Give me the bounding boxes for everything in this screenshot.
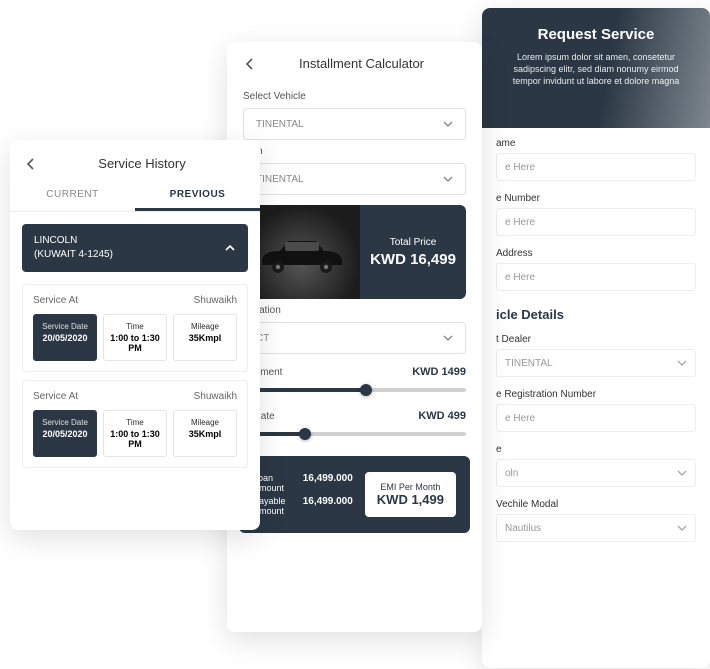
- service-history-card: Service History CURRENT PREVIOUS LINCOLN…: [10, 140, 260, 530]
- loan-amount-label: Loan Amount: [253, 473, 303, 493]
- model-label: Vechile Modal: [496, 499, 696, 510]
- vehicle-details-title: icle Details: [482, 293, 710, 324]
- duration-label: Duration: [243, 305, 466, 316]
- service-date-box: Service Date20/05/2020: [33, 410, 97, 457]
- history-title: Service History: [38, 156, 246, 171]
- total-price-value: KWD 16,499: [370, 251, 456, 268]
- vehicle-image: [243, 205, 360, 299]
- vehicle-brand: LINCOLN: [34, 234, 113, 248]
- reg-input[interactable]: e Here: [496, 404, 696, 432]
- address-label: Address: [496, 248, 696, 259]
- service-mileage-box: Mileage35Kmpl: [173, 410, 237, 457]
- emi-value: KWD 1,499: [377, 492, 444, 507]
- vehicle-plate: (KUWAIT 4-1245): [34, 248, 113, 262]
- interest-rate-slider[interactable]: [243, 426, 466, 442]
- address-input[interactable]: e Here: [496, 263, 696, 291]
- chevron-down-icon: [443, 333, 453, 343]
- request-service-card: Request Service Lorem ipsum dolor sit am…: [482, 8, 710, 668]
- select-trim-label: Trim: [243, 146, 466, 157]
- name-input[interactable]: e Here: [496, 153, 696, 181]
- tabs: CURRENT PREVIOUS: [10, 181, 260, 212]
- request-desc: Lorem ipsum dolor sit amen, consetetur s…: [502, 51, 690, 87]
- total-price-label: Total Price: [390, 237, 437, 248]
- down-payment-value: KWD 1499: [412, 366, 466, 378]
- emi-box: EMI Per Month KWD 1,499: [365, 472, 456, 517]
- dealer-select[interactable]: TINENTAL: [496, 349, 696, 377]
- emi-label: EMI Per Month: [377, 482, 444, 492]
- service-time-box: Time1:00 to 1:30 PM: [103, 314, 167, 361]
- make-label: e: [496, 444, 696, 455]
- request-title: Request Service: [502, 26, 690, 43]
- select-vehicle[interactable]: TINENTAL: [243, 108, 466, 140]
- service-at-label: Service At: [33, 295, 78, 306]
- reg-label: e Registration Number: [496, 389, 696, 400]
- vehicle-accordion[interactable]: LINCOLN(KUWAIT 4-1245): [22, 224, 248, 272]
- service-time-box: Time1:00 to 1:30 PM: [103, 410, 167, 457]
- chevron-down-icon: [677, 468, 687, 478]
- back-button[interactable]: [243, 57, 257, 71]
- dealer-label: t Dealer: [496, 334, 696, 345]
- request-header: Request Service Lorem ipsum dolor sit am…: [482, 8, 710, 128]
- make-select[interactable]: oln: [496, 459, 696, 487]
- price-box: Total Price KWD 16,499: [243, 205, 466, 299]
- select-vehicle-label: Select Vehicle: [243, 91, 466, 102]
- payable-amount-label: Payable Amount: [253, 496, 303, 516]
- installment-calculator-card: Installment Calculator Select Vehicle TI…: [227, 42, 482, 632]
- down-payment-slider[interactable]: [243, 382, 466, 398]
- service-mileage-box: Mileage35Kmpl: [173, 314, 237, 361]
- phone-label: e Number: [496, 193, 696, 204]
- select-trim[interactable]: TINENTAL: [243, 163, 466, 195]
- service-at-label: Service At: [33, 391, 78, 402]
- chevron-down-icon: [677, 358, 687, 368]
- name-label: ame: [496, 138, 696, 149]
- chevron-up-icon: [224, 242, 236, 254]
- back-button[interactable]: [24, 157, 38, 171]
- calc-title: Installment Calculator: [257, 56, 466, 71]
- model-select[interactable]: Nautilus: [496, 514, 696, 542]
- service-row: Service At Shuwaikh Service Date20/05/2020…: [22, 284, 248, 372]
- chevron-down-icon: [677, 523, 687, 533]
- service-row: Service At Shuwaikh Service Date20/05/2020…: [22, 380, 248, 468]
- service-at-value: Shuwaikh: [194, 295, 237, 306]
- summary-box: Loan Amount16,499.000 Payable Amount16,4…: [239, 456, 470, 533]
- tab-current[interactable]: CURRENT: [10, 181, 135, 211]
- chevron-down-icon: [443, 119, 453, 129]
- service-at-value: Shuwaikh: [194, 391, 237, 402]
- loan-amount-value: 16,499.000: [303, 473, 353, 493]
- chevron-down-icon: [443, 174, 453, 184]
- service-date-box: Service Date20/05/2020: [33, 314, 97, 361]
- tab-previous[interactable]: PREVIOUS: [135, 181, 260, 211]
- duration-select[interactable]: CT: [243, 322, 466, 354]
- payable-amount-value: 16,499.000: [303, 496, 353, 516]
- interest-rate-value: KWD 499: [418, 410, 466, 422]
- phone-input[interactable]: e Here: [496, 208, 696, 236]
